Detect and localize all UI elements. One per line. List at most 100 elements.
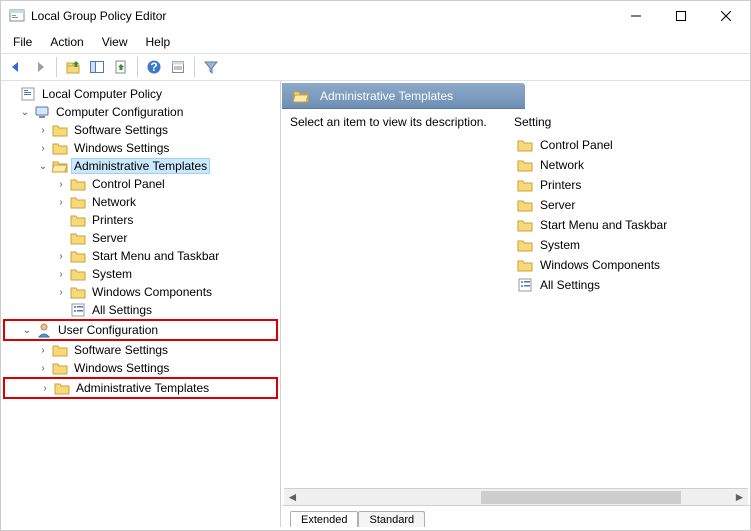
list-item[interactable]: All Settings bbox=[514, 275, 742, 295]
settings-list-icon bbox=[517, 277, 533, 293]
tree-cc-at-system[interactable]: System bbox=[3, 265, 278, 283]
tree-label: Control Panel bbox=[89, 176, 168, 192]
menu-view[interactable]: View bbox=[94, 33, 136, 51]
list-item-label: Windows Components bbox=[540, 258, 660, 272]
properties-button[interactable] bbox=[167, 56, 189, 78]
tree-cc-software-settings[interactable]: Software Settings bbox=[3, 121, 278, 139]
scroll-right-button[interactable]: ► bbox=[731, 490, 748, 505]
chevron-right-icon[interactable] bbox=[39, 383, 51, 394]
export-list-button[interactable] bbox=[110, 56, 132, 78]
tree-cc-at-start-menu-taskbar[interactable]: Start Menu and Taskbar bbox=[3, 247, 278, 265]
chevron-right-icon[interactable] bbox=[37, 345, 49, 356]
back-button[interactable] bbox=[5, 56, 27, 78]
tree-label: Administrative Templates bbox=[73, 380, 212, 396]
chevron-down-icon[interactable] bbox=[19, 107, 31, 118]
folder-icon bbox=[517, 137, 533, 153]
minimize-button[interactable] bbox=[613, 2, 658, 30]
tree-uc-windows-settings[interactable]: Windows Settings bbox=[3, 359, 278, 377]
forward-button[interactable] bbox=[29, 56, 51, 78]
folder-icon bbox=[70, 284, 86, 300]
folder-icon bbox=[517, 237, 533, 253]
tree-label: Software Settings bbox=[71, 122, 171, 138]
toolbar-sep bbox=[194, 57, 195, 77]
chevron-down-icon[interactable] bbox=[21, 325, 33, 336]
chevron-right-icon[interactable] bbox=[55, 179, 67, 190]
menu-help[interactable]: Help bbox=[138, 33, 179, 51]
tree-pane[interactable]: Local Computer Policy Computer Configura… bbox=[1, 81, 281, 527]
tree-cc-at-all-settings[interactable]: All Settings bbox=[3, 301, 278, 319]
tree-root[interactable]: Local Computer Policy bbox=[3, 85, 278, 103]
tree-cc-at-printers[interactable]: Printers bbox=[3, 211, 278, 229]
user-icon bbox=[36, 322, 52, 338]
folder-icon bbox=[52, 140, 68, 156]
scroll-left-button[interactable]: ◄ bbox=[284, 490, 301, 505]
tree-label: All Settings bbox=[89, 302, 155, 318]
chevron-right-icon[interactable] bbox=[55, 251, 67, 262]
chevron-right-icon[interactable] bbox=[55, 197, 67, 208]
list-item[interactable]: Server bbox=[514, 195, 742, 215]
chevron-down-icon[interactable] bbox=[37, 161, 49, 172]
folder-icon bbox=[517, 217, 533, 233]
details-header: Administrative Templates bbox=[282, 83, 525, 109]
tab-extended[interactable]: Extended bbox=[290, 511, 358, 527]
folder-open-icon bbox=[52, 158, 68, 174]
tree-user-configuration[interactable]: User Configuration bbox=[5, 321, 276, 339]
folder-icon bbox=[54, 380, 70, 396]
settings-list[interactable]: Setting Control Panel Network Printers S… bbox=[514, 115, 742, 488]
scrollbar-thumb[interactable] bbox=[481, 491, 681, 504]
tree-label: Software Settings bbox=[71, 342, 171, 358]
horizontal-scrollbar[interactable]: ◄ ► bbox=[284, 488, 748, 505]
filter-button[interactable] bbox=[200, 56, 222, 78]
tab-standard[interactable]: Standard bbox=[358, 511, 425, 527]
tree-label: Windows Components bbox=[89, 284, 215, 300]
chevron-right-icon[interactable] bbox=[55, 287, 67, 298]
chevron-right-icon[interactable] bbox=[37, 143, 49, 154]
tree-cc-at-network[interactable]: Network bbox=[3, 193, 278, 211]
tree-cc-at-windows-components[interactable]: Windows Components bbox=[3, 283, 278, 301]
tree-cc-at-server[interactable]: Server bbox=[3, 229, 278, 247]
list-item[interactable]: Windows Components bbox=[514, 255, 742, 275]
tree-label: Windows Settings bbox=[71, 360, 172, 376]
tree-uc-administrative-templates[interactable]: Administrative Templates bbox=[5, 379, 276, 397]
tree-cc-at-control-panel[interactable]: Control Panel bbox=[3, 175, 278, 193]
window-title: Local Group Policy Editor bbox=[31, 9, 613, 23]
maximize-button[interactable] bbox=[658, 2, 703, 30]
tree-label: Computer Configuration bbox=[53, 104, 186, 120]
settings-list-icon bbox=[70, 302, 86, 318]
description-text: Select an item to view its description. bbox=[290, 115, 490, 488]
list-item-label: Control Panel bbox=[540, 138, 613, 152]
list-item-label: System bbox=[540, 238, 580, 252]
folder-icon bbox=[70, 230, 86, 246]
details-header-title: Administrative Templates bbox=[320, 89, 453, 103]
content-area: Local Computer Policy Computer Configura… bbox=[1, 81, 750, 527]
help-button[interactable]: ? bbox=[143, 56, 165, 78]
tree-uc-software-settings[interactable]: Software Settings bbox=[3, 341, 278, 359]
view-tabs: Extended Standard bbox=[282, 505, 750, 527]
toolbar: ? bbox=[1, 53, 750, 81]
list-item[interactable]: Network bbox=[514, 155, 742, 175]
list-item-label: Server bbox=[540, 198, 575, 212]
list-item-label: All Settings bbox=[540, 278, 600, 292]
close-button[interactable] bbox=[703, 2, 748, 30]
chevron-right-icon[interactable] bbox=[37, 363, 49, 374]
tree-cc-windows-settings[interactable]: Windows Settings bbox=[3, 139, 278, 157]
list-item[interactable]: Start Menu and Taskbar bbox=[514, 215, 742, 235]
menu-action[interactable]: Action bbox=[42, 33, 91, 51]
folder-icon bbox=[52, 360, 68, 376]
chevron-right-icon[interactable] bbox=[37, 125, 49, 136]
menu-file[interactable]: File bbox=[5, 33, 40, 51]
app-icon bbox=[9, 8, 25, 24]
folder-icon bbox=[517, 177, 533, 193]
tree-cc-administrative-templates[interactable]: Administrative Templates bbox=[3, 157, 278, 175]
show-hide-tree-button[interactable] bbox=[86, 56, 108, 78]
column-header-setting[interactable]: Setting bbox=[514, 115, 742, 129]
tree-label: User Configuration bbox=[55, 322, 161, 338]
up-button[interactable] bbox=[62, 56, 84, 78]
tree-label: System bbox=[89, 266, 135, 282]
chevron-right-icon[interactable] bbox=[55, 269, 67, 280]
tree-computer-configuration[interactable]: Computer Configuration bbox=[3, 103, 278, 121]
list-item[interactable]: System bbox=[514, 235, 742, 255]
list-item[interactable]: Printers bbox=[514, 175, 742, 195]
list-item[interactable]: Control Panel bbox=[514, 135, 742, 155]
folder-icon bbox=[517, 197, 533, 213]
